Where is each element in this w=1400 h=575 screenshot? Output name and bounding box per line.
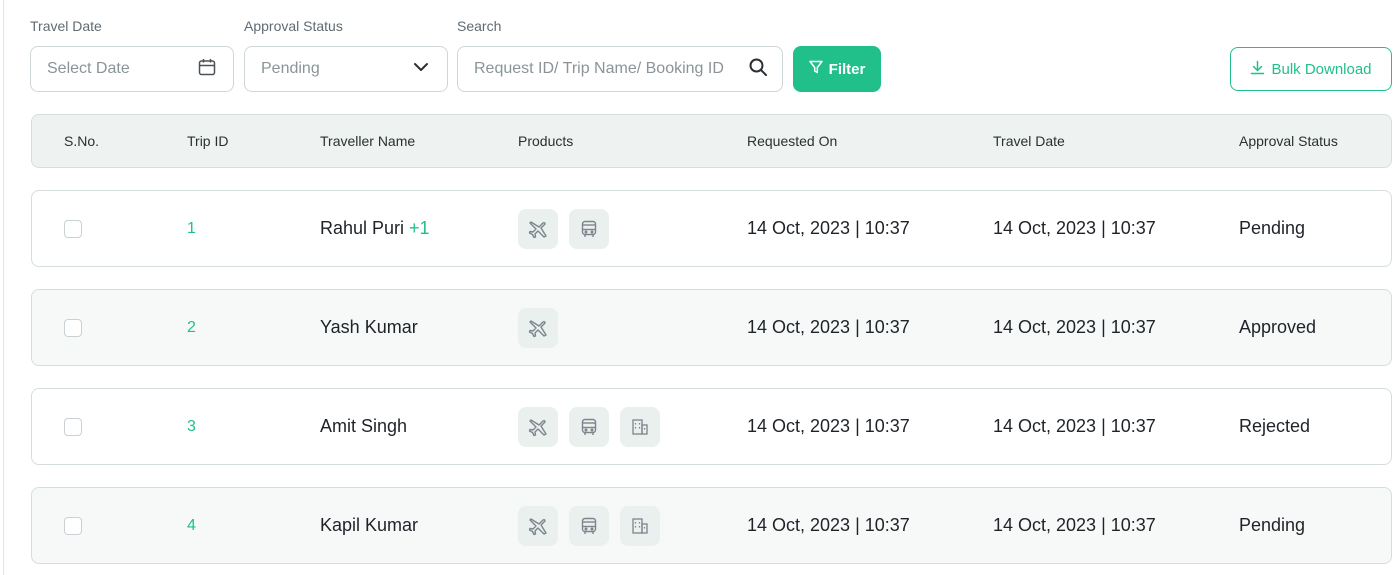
- travel-date: 14 Oct, 2023 | 10:37: [993, 515, 1156, 535]
- requested-on: 14 Oct, 2023 | 10:37: [747, 416, 910, 436]
- search-icon: [748, 57, 768, 82]
- flight-icon: [518, 505, 558, 546]
- travel-date-filter: Travel Date Select Date: [30, 17, 234, 92]
- approval-status-label: Approval Status: [244, 18, 343, 34]
- row-checkbox[interactable]: [64, 219, 82, 238]
- requested-on: 14 Oct, 2023 | 10:37: [747, 515, 910, 535]
- row-checkbox[interactable]: [64, 318, 82, 337]
- approval-status-filter: Approval Status Pending: [244, 17, 448, 92]
- filter-button-label: Filter: [828, 60, 866, 78]
- travel-date-picker[interactable]: Select Date: [30, 46, 234, 92]
- additional-travellers-count[interactable]: +1: [409, 218, 430, 239]
- travel-date: 14 Oct, 2023 | 10:37: [993, 317, 1156, 337]
- travel-date-placeholder: Select Date: [47, 60, 130, 77]
- traveller-name: Amit Singh: [320, 416, 408, 436]
- bulk-download-button[interactable]: Bulk Download: [1230, 47, 1392, 91]
- travel-date: 14 Oct, 2023 | 10:37: [993, 416, 1156, 436]
- bus-icon: [569, 208, 609, 249]
- approval-status: Approved: [1239, 317, 1317, 337]
- traveller-name: Yash Kumar: [320, 317, 418, 337]
- approval-status: Pending: [1239, 515, 1306, 535]
- requested-on: 14 Oct, 2023 | 10:37: [747, 218, 910, 238]
- page-left-border: [0, 0, 4, 575]
- approval-status: Pending: [1239, 218, 1306, 238]
- column-header-approval-status[interactable]: Approval Status: [1239, 115, 1338, 167]
- flight-icon: [518, 406, 558, 447]
- table-header: S.No. Trip ID Traveller Name Products Re…: [31, 114, 1392, 168]
- column-header-trip-id[interactable]: Trip ID: [187, 115, 228, 167]
- column-header-traveller-name[interactable]: Traveller Name: [320, 115, 415, 167]
- download-icon: [1250, 60, 1265, 79]
- search-filter: Search Request ID/ Trip Name/ Booking ID: [457, 17, 783, 92]
- table-row[interactable]: 4 Kapil Kumar 14 Oct, 2023 | 10:37 14 Oc…: [31, 487, 1392, 564]
- column-header-travel-date[interactable]: Travel Date: [993, 115, 1065, 167]
- row-checkbox[interactable]: [64, 516, 82, 535]
- bus-icon: [569, 505, 609, 546]
- travel-date: 14 Oct, 2023 | 10:37: [993, 218, 1156, 238]
- approval-status-value: Pending: [261, 60, 320, 77]
- trip-id-link[interactable]: 2: [187, 290, 196, 365]
- flight-icon: [518, 307, 558, 348]
- bulk-download-label: Bulk Download: [1271, 60, 1372, 78]
- chevron-down-icon: [411, 57, 431, 82]
- column-header-products[interactable]: Products: [518, 115, 573, 167]
- trip-id-link[interactable]: 1: [187, 191, 196, 266]
- table-row[interactable]: 3 Amit Singh 14 Oct, 2023 | 10:37 14 Oct…: [31, 388, 1392, 465]
- travel-date-label: Travel Date: [30, 18, 102, 34]
- hotel-icon: [620, 505, 660, 546]
- products-cell: [518, 488, 660, 563]
- trip-id-link[interactable]: 4: [187, 488, 196, 563]
- column-header-sno[interactable]: S.No.: [64, 115, 99, 167]
- table-row[interactable]: 1 Rahul Puri +1 14 Oct, 2023 | 10:37 14 …: [31, 190, 1392, 267]
- search-label: Search: [457, 18, 502, 34]
- filter-icon: [808, 60, 823, 78]
- products-cell: [518, 389, 660, 464]
- approval-status: Rejected: [1239, 416, 1311, 436]
- trip-id-link[interactable]: 3: [187, 389, 196, 464]
- filter-button[interactable]: Filter: [793, 46, 881, 92]
- products-cell: [518, 290, 558, 365]
- traveller-name: Kapil Kumar: [320, 515, 419, 535]
- traveller-name: Rahul Puri: [320, 218, 405, 238]
- bus-icon: [569, 406, 609, 447]
- calendar-icon: [197, 57, 217, 82]
- approval-status-select[interactable]: Pending: [244, 46, 448, 92]
- row-checkbox[interactable]: [64, 417, 82, 436]
- filter-bar: Travel Date Select Date Approval Status …: [30, 17, 1392, 93]
- table-row[interactable]: 2 Yash Kumar 14 Oct, 2023 | 10:37 14 Oct…: [31, 289, 1392, 366]
- products-cell: [518, 191, 609, 266]
- requested-on: 14 Oct, 2023 | 10:37: [747, 317, 910, 337]
- hotel-icon: [620, 406, 660, 447]
- search-placeholder: Request ID/ Trip Name/ Booking ID: [474, 60, 724, 77]
- search-input[interactable]: Request ID/ Trip Name/ Booking ID: [457, 46, 783, 92]
- flight-icon: [518, 208, 558, 249]
- column-header-requested-on[interactable]: Requested On: [747, 115, 837, 167]
